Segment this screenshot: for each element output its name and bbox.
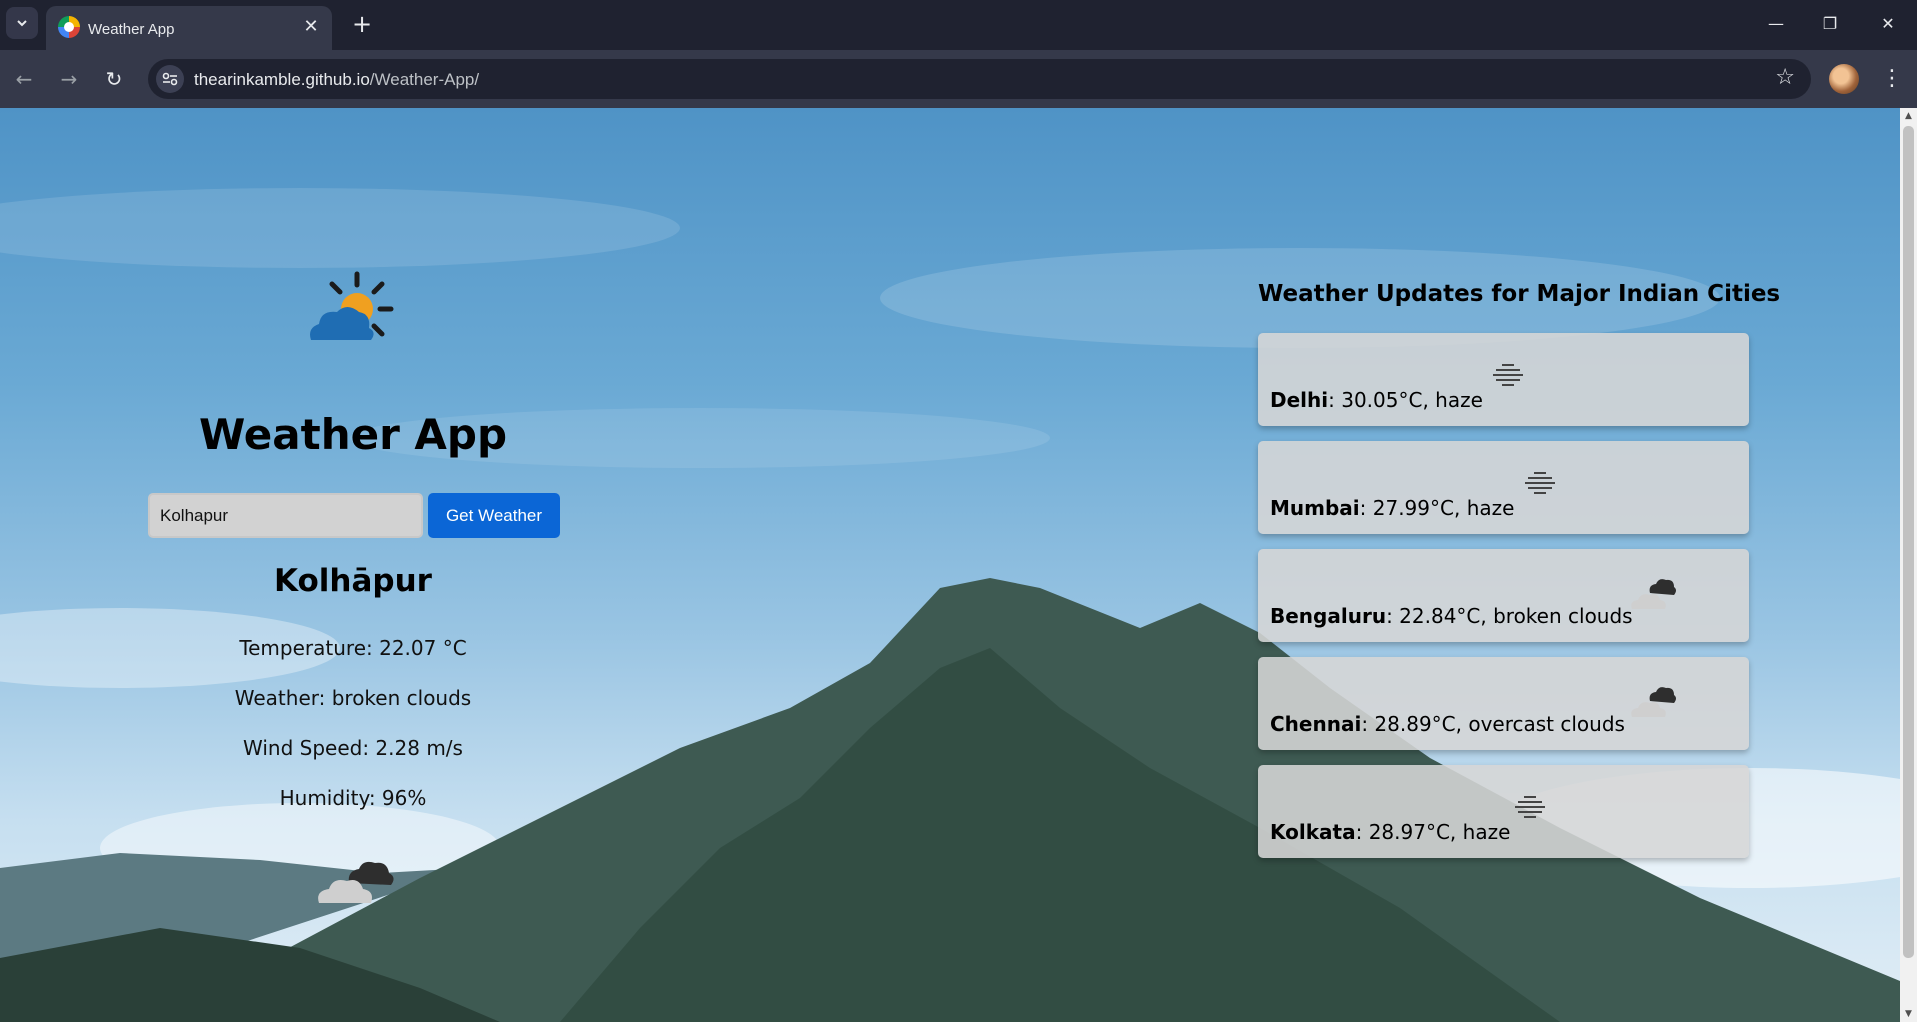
page-scrollbar[interactable]: ▲ ▼ [1900, 108, 1917, 1022]
city-detail: : 27.99°C, haze [1359, 496, 1515, 520]
restore-button[interactable]: ❐ [1808, 8, 1852, 40]
browser-menu-icon[interactable]: ⋮ [1878, 63, 1906, 95]
city-card-kolkata: Kolkata: 28.97°C, haze [1258, 765, 1749, 858]
scroll-up-icon[interactable]: ▲ [1900, 108, 1917, 124]
city-updates-title: Weather Updates for Major Indian Cities [1258, 281, 1781, 307]
city-name: Bengaluru [1270, 604, 1387, 628]
site-info-icon[interactable] [156, 65, 184, 93]
close-window-button[interactable]: ✕ [1866, 8, 1910, 40]
chevron-down-icon [17, 20, 27, 27]
city-detail: : 28.89°C, overcast clouds [1361, 712, 1625, 736]
city-card-text: Kolkata: 28.97°C, haze [1270, 820, 1510, 844]
get-weather-button[interactable]: Get Weather [428, 493, 560, 538]
tab-close-icon[interactable]: ✕ [300, 16, 322, 38]
overcast-clouds-icon [1631, 687, 1676, 717]
city-name: Mumbai [1270, 496, 1360, 520]
city-detail: : 30.05°C, haze [1328, 388, 1483, 412]
app-title: Weather App [198, 410, 508, 459]
result-humidity: Humidity: 96% [279, 786, 427, 810]
haze-icon [1493, 364, 1523, 386]
forward-button[interactable]: → [53, 63, 85, 95]
broken-clouds-icon [318, 861, 394, 903]
city-card-delhi: Delhi: 30.05°C, haze [1258, 333, 1749, 426]
bookmark-star-icon[interactable]: ☆ [1775, 65, 1795, 90]
result-city-name: Kolhāpur [274, 563, 432, 599]
city-detail: : 22.84°C, broken clouds [1386, 604, 1633, 628]
reload-button[interactable]: ↻ [98, 63, 130, 95]
scroll-down-icon[interactable]: ▼ [1900, 1006, 1917, 1022]
city-name: Kolkata [1270, 820, 1356, 844]
haze-icon [1515, 796, 1545, 818]
city-name: Delhi [1270, 388, 1329, 412]
url-host: thearinkamble.github.io [194, 70, 370, 89]
favicon-icon [58, 16, 80, 38]
address-bar[interactable]: thearinkamble.github.io/Weather-App/ ☆ [148, 59, 1811, 99]
profile-avatar[interactable] [1829, 64, 1859, 94]
city-card-mumbai: Mumbai: 27.99°C, haze [1258, 441, 1749, 534]
weather-search-panel: Weather App Get Weather Kolhāpur Tempera… [140, 108, 566, 908]
url-path: /Weather-App/ [369, 70, 480, 89]
minimize-button[interactable]: — [1754, 8, 1798, 40]
result-temperature: Temperature: 22.07 °C [239, 636, 467, 660]
city-search-input[interactable] [148, 493, 423, 538]
city-card-bengaluru: Bengaluru: 22.84°C, broken clouds [1258, 549, 1749, 642]
result-wind-speed: Wind Speed: 2.28 m/s [243, 736, 463, 760]
haze-icon [1525, 472, 1555, 494]
city-detail: : 28.97°C, haze [1355, 820, 1511, 844]
broken-clouds-icon [1631, 579, 1676, 609]
browser-tab[interactable]: Weather App ✕ [46, 6, 332, 50]
sun-cloud-logo-icon [310, 271, 394, 340]
tab-search-button[interactable] [6, 7, 38, 39]
new-tab-button[interactable]: + [348, 10, 376, 38]
result-weather: Weather: broken clouds [234, 686, 472, 710]
city-card-text: Chennai: 28.89°C, overcast clouds [1270, 712, 1625, 736]
city-card-text: Delhi: 30.05°C, haze [1270, 388, 1483, 412]
scroll-thumb[interactable] [1903, 126, 1914, 958]
browser-toolbar: ← → ↻ thearinkamble.github.io/Weather-Ap… [0, 50, 1917, 108]
city-card-text: Bengaluru: 22.84°C, broken clouds [1270, 604, 1633, 628]
browser-tab-bar: Weather App ✕ + — ❐ ✕ [0, 0, 1917, 50]
city-card-chennai: Chennai: 28.89°C, overcast clouds [1258, 657, 1749, 750]
back-button[interactable]: ← [8, 63, 40, 95]
city-card-text: Mumbai: 27.99°C, haze [1270, 496, 1514, 520]
url-text: thearinkamble.github.io/Weather-App/ [194, 70, 479, 90]
city-name: Chennai [1270, 712, 1362, 736]
tab-title: Weather App [88, 21, 175, 38]
